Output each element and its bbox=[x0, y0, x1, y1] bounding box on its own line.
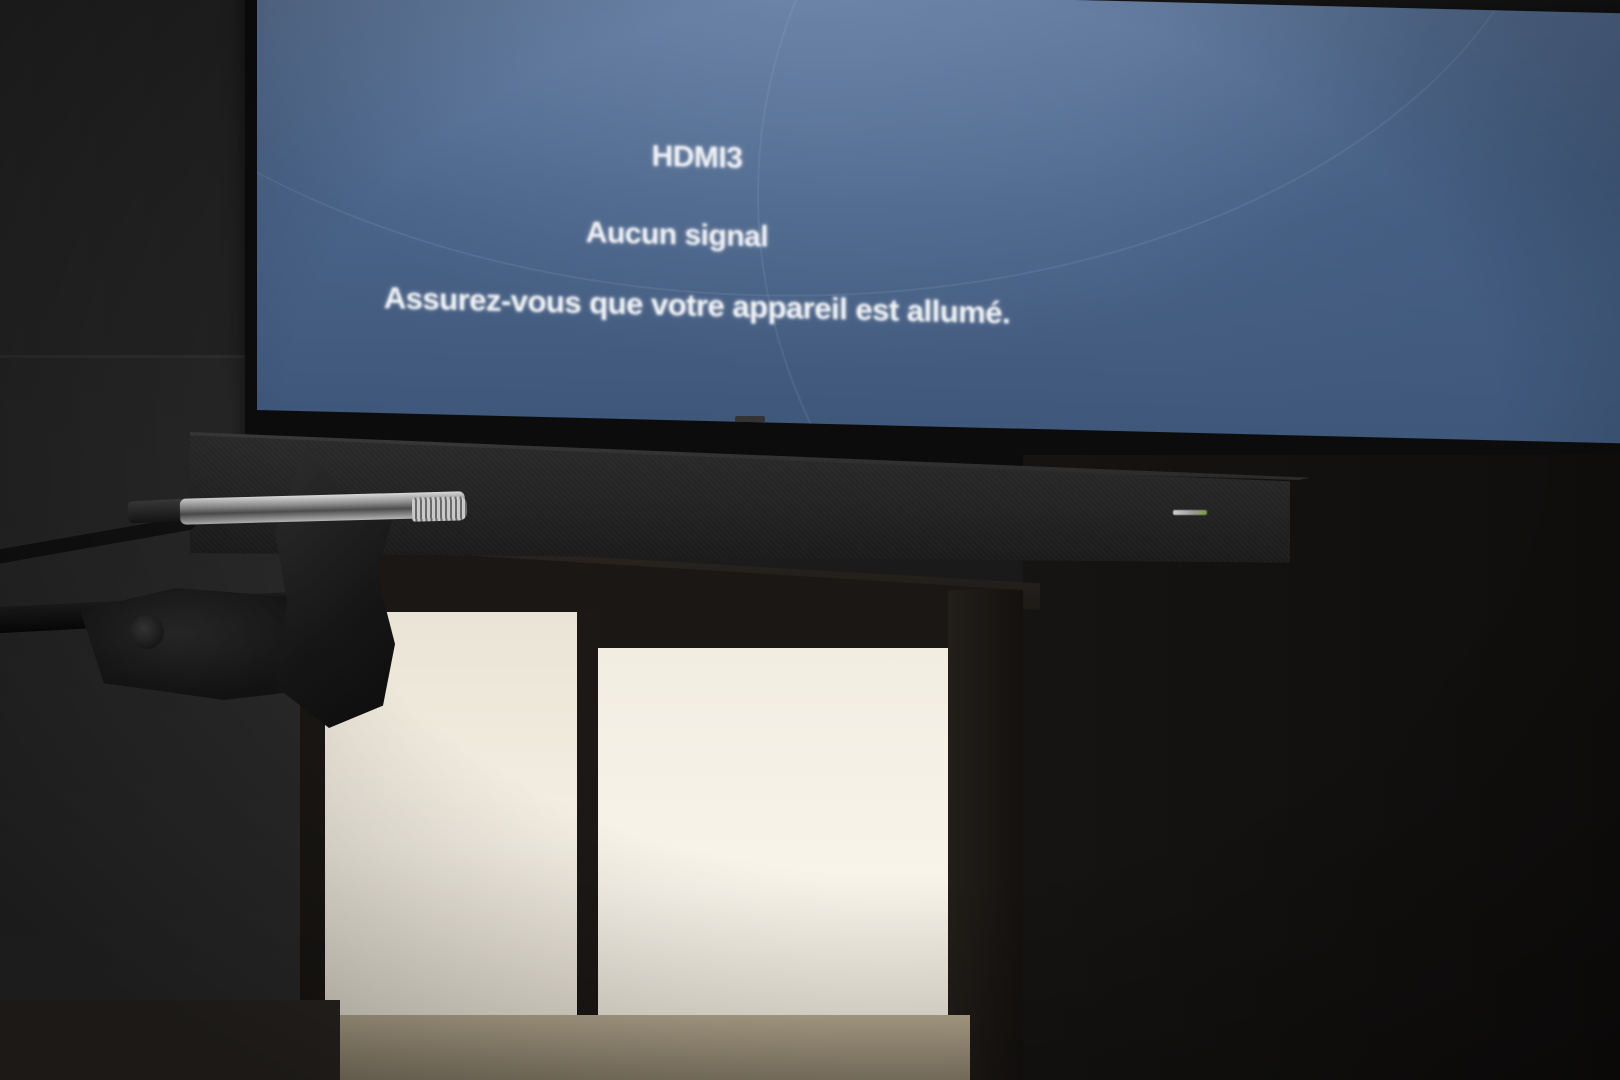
cabinet-side bbox=[948, 590, 1023, 1080]
wall-panel-seam bbox=[0, 355, 255, 358]
floor-strip bbox=[330, 1015, 970, 1080]
mic-stand-knob bbox=[130, 615, 164, 649]
floor-left bbox=[0, 1000, 340, 1080]
microphone-capsule-grille bbox=[411, 496, 468, 522]
soundbar-status-indicator bbox=[1173, 510, 1207, 515]
cabinet-door-divider bbox=[577, 610, 599, 1080]
screen-background-arc bbox=[757, 0, 1620, 444]
tv-logo bbox=[735, 416, 765, 422]
photo-scene: HDMI3 Aucun signal Assurez-vous que votr… bbox=[0, 0, 1620, 1080]
tv-screen: HDMI3 Aucun signal Assurez-vous que votr… bbox=[257, 0, 1620, 444]
